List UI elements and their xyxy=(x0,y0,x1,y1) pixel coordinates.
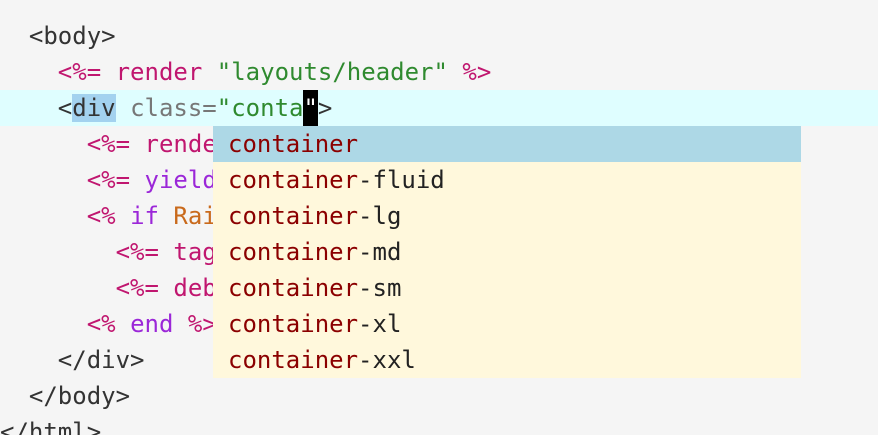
erb-close-tag: %> xyxy=(462,58,492,86)
completion-match: container xyxy=(228,202,359,230)
completion-item[interactable]: container-fluid xyxy=(213,162,801,198)
ruby-keyword: end xyxy=(130,310,174,338)
completion-match: container xyxy=(228,238,359,266)
erb-open-tag: <% xyxy=(86,202,116,230)
erb-method: deb xyxy=(173,274,217,302)
attribute-value: "conta xyxy=(216,94,304,122)
autocomplete-popup[interactable]: container container-fluid container-lg c… xyxy=(213,126,801,378)
html-tag-name-highlight: div xyxy=(72,94,116,122)
completion-match: container xyxy=(228,130,359,158)
erb-method: rende xyxy=(144,130,217,158)
ruby-keyword: if xyxy=(130,202,159,230)
completion-suffix: -md xyxy=(358,238,402,266)
completion-item[interactable]: container-xl xyxy=(213,306,801,342)
completion-match: container xyxy=(228,310,359,338)
completion-suffix: -fluid xyxy=(358,166,445,194)
string-literal: "layouts/header" xyxy=(216,58,448,86)
completion-suffix: -sm xyxy=(358,274,402,302)
code-line[interactable]: <body> xyxy=(0,18,878,54)
completion-item[interactable]: container-xxl xyxy=(213,342,801,378)
html-tag: <body> xyxy=(28,22,116,50)
completion-suffix: -xxl xyxy=(358,346,416,374)
current-code-line[interactable]: <div class="conta"> xyxy=(0,90,878,126)
ruby-keyword: yield xyxy=(144,166,217,194)
completion-match: container xyxy=(228,274,359,302)
code-line[interactable]: </body> xyxy=(0,378,878,414)
completion-match: container xyxy=(228,166,359,194)
ruby-constant: Rai xyxy=(173,202,217,230)
completion-item[interactable]: container-sm xyxy=(213,270,801,306)
erb-method: render xyxy=(115,58,203,86)
code-line[interactable]: </html> xyxy=(0,414,878,435)
erb-open-tag: <%= xyxy=(86,166,131,194)
completion-match: container xyxy=(228,346,359,374)
attribute-name: class= xyxy=(130,94,217,122)
html-tag: </body> xyxy=(28,382,131,410)
erb-open-tag: <%= xyxy=(115,238,159,266)
erb-open-tag: <% xyxy=(86,310,116,338)
completion-suffix: -lg xyxy=(358,202,402,230)
code-editor[interactable]: <body> <%= render "layouts/header" %> <d… xyxy=(0,0,878,435)
erb-open-tag: <%= xyxy=(115,274,159,302)
completion-item[interactable]: container-lg xyxy=(213,198,801,234)
completion-item-selected[interactable]: container xyxy=(213,126,801,162)
html-tag-bracket: > xyxy=(317,94,333,122)
text-cursor: " xyxy=(303,90,318,126)
completion-item[interactable]: container-md xyxy=(213,234,801,270)
html-tag-bracket: < xyxy=(57,94,73,122)
erb-method: tag xyxy=(173,238,217,266)
erb-open-tag: <%= xyxy=(86,130,131,158)
code-line[interactable]: <%= render "layouts/header" %> xyxy=(0,54,878,90)
completion-suffix: -xl xyxy=(358,310,402,338)
html-tag: </html> xyxy=(0,418,102,435)
erb-open-tag: <%= xyxy=(57,58,102,86)
html-tag: </div> xyxy=(57,346,145,374)
